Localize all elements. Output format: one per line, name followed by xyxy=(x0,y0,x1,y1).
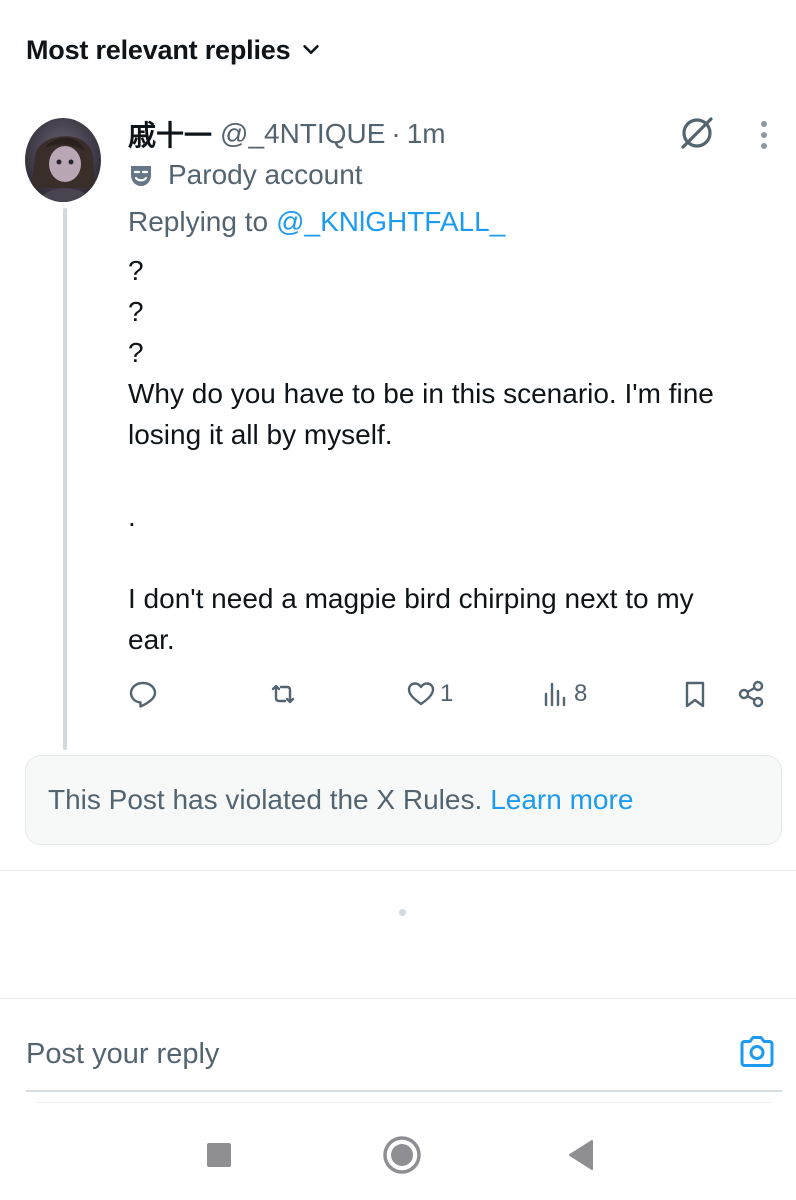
replying-prefix: Replying to xyxy=(128,206,269,237)
replying-to-mention[interactable]: @_KNlGHTFALL_ xyxy=(276,206,505,238)
bookmark-button[interactable] xyxy=(680,672,710,716)
bookmark-icon xyxy=(685,681,705,708)
post-actions: 1 8 xyxy=(128,672,768,716)
input-underline xyxy=(36,1102,772,1103)
repost-button[interactable] xyxy=(268,672,298,716)
recent-apps-button[interactable] xyxy=(194,1130,244,1180)
views-button[interactable]: 8 xyxy=(540,672,587,716)
parody-label: Parody account xyxy=(168,159,363,190)
avatar[interactable] xyxy=(25,118,101,202)
back-button[interactable] xyxy=(556,1130,606,1180)
text-line: ? xyxy=(128,337,144,368)
input-underline xyxy=(26,1090,782,1092)
parody-mask-icon xyxy=(131,166,151,186)
text-line: . xyxy=(128,501,136,532)
home-circle-icon xyxy=(383,1136,421,1174)
square-icon xyxy=(207,1143,231,1167)
text-line: I don't need a magpie bird chirping next… xyxy=(128,583,694,614)
section-divider xyxy=(0,870,796,871)
thread-line xyxy=(63,208,67,750)
text-line: ? xyxy=(128,255,144,286)
reply-input[interactable]: Post your reply xyxy=(26,1030,706,1078)
post-text: ? ? ? Why do you have to be in this scen… xyxy=(128,250,783,660)
camera-icon[interactable] xyxy=(736,1031,778,1073)
notice-text: This Post has violated the X Rules. xyxy=(48,784,483,815)
views-icon xyxy=(544,682,566,707)
post-timestamp[interactable]: 1m xyxy=(407,118,446,150)
system-navigation-bar xyxy=(0,1110,796,1200)
reply-button[interactable] xyxy=(128,672,158,716)
text-line: ear. xyxy=(128,624,175,655)
grok-icon[interactable] xyxy=(676,112,718,154)
loading-indicator xyxy=(399,909,406,916)
user-handle[interactable]: @_4NTIQUE xyxy=(220,118,385,150)
replying-to-row: Replying to @_KNlGHTFALL_ xyxy=(128,202,505,242)
separator-dot: · xyxy=(391,118,401,149)
violation-notice: This Post has violated the X Rules. Lear… xyxy=(25,755,782,845)
section-divider xyxy=(0,998,796,999)
sort-dropdown[interactable]: Most relevant replies xyxy=(26,30,322,70)
back-triangle-icon xyxy=(569,1140,593,1170)
learn-more-link[interactable]: Learn more xyxy=(490,784,633,816)
share-icon xyxy=(738,680,764,708)
post-author-row: 戚十一 @_4NTIQUE · 1m xyxy=(128,114,446,154)
home-button[interactable] xyxy=(377,1130,427,1180)
text-line: losing it all by myself. xyxy=(128,419,393,450)
display-name[interactable]: 戚十一 xyxy=(128,114,212,154)
like-button[interactable]: 1 xyxy=(406,672,453,716)
parody-label-row: Parody account xyxy=(128,156,363,194)
reply-placeholder: Post your reply xyxy=(26,1037,220,1070)
chevron-down-icon xyxy=(303,45,320,55)
repost-icon xyxy=(271,684,295,704)
heart-icon xyxy=(407,682,435,706)
view-count: 8 xyxy=(574,680,588,707)
reply-icon xyxy=(129,681,157,708)
like-count: 1 xyxy=(440,680,454,707)
text-line: Why do you have to be in this scenario. … xyxy=(128,378,714,409)
more-options-icon[interactable] xyxy=(750,115,778,155)
sort-label: Most relevant replies xyxy=(26,34,291,65)
text-line: ? xyxy=(128,296,144,327)
share-button[interactable] xyxy=(736,672,766,716)
